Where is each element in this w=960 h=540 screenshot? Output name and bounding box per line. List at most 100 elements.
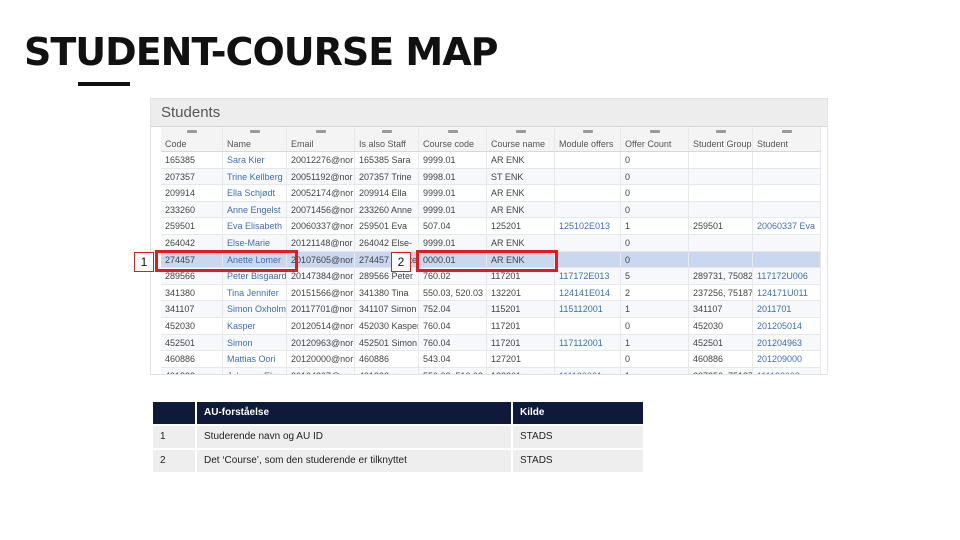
table-cell-link[interactable]: Johanne Ek [223, 367, 287, 374]
table-cell: 127201 [487, 351, 555, 367]
table-cell-link[interactable]: Anne Engelst [223, 201, 287, 218]
table-cell-link[interactable]: 2011701 [753, 301, 821, 317]
table-cell: 20012276@nor [287, 152, 355, 168]
column-handle-staff[interactable] [355, 127, 419, 137]
table-cell: 460886 [355, 351, 419, 367]
table-cell: 9999.01 [419, 201, 487, 218]
table-cell: 452501 [689, 334, 753, 351]
table-cell-link[interactable]: Else-Marie [223, 234, 287, 251]
table-cell [689, 234, 753, 251]
table-cell-link[interactable]: 201205014 [753, 317, 821, 334]
table-cell-link[interactable]: 125102E013 [555, 218, 621, 234]
table-cell-link[interactable] [753, 185, 821, 201]
table-cell: 752.04 [419, 301, 487, 317]
table-cell: 1 [621, 367, 689, 374]
table-row[interactable]: 341380 Tina Jennifer 20151566@nor 341380 Ti… [161, 284, 821, 302]
column-header[interactable]: Offer Count [621, 137, 689, 151]
table-cell: 259501 Eva [355, 218, 419, 234]
table-cell: 20117701@nor [287, 301, 355, 317]
table-cell: 1 [621, 301, 689, 317]
table-cell-link[interactable]: 111120001 [555, 367, 621, 374]
table-cell-link[interactable] [753, 234, 821, 251]
table-cell-link[interactable]: 124171U011 [753, 284, 821, 301]
table-cell: 20120000@nor [287, 351, 355, 367]
table-cell: 20121148@nor [287, 234, 355, 251]
table-cell: 207357 Trine [355, 168, 419, 185]
table-cell: 0 [621, 152, 689, 168]
column-header[interactable]: Code [161, 137, 223, 151]
table-cell-link[interactable] [753, 152, 821, 168]
table-cell: 452030 [689, 317, 753, 334]
column-handle-offer-count[interactable] [621, 127, 689, 137]
table-cell: AR ENK [487, 185, 555, 201]
table-cell [689, 251, 753, 268]
column-handle-course-code[interactable] [419, 127, 487, 137]
table-cell-link[interactable] [555, 185, 621, 201]
column-header[interactable]: Course name [487, 137, 555, 151]
table-cell-link[interactable] [555, 234, 621, 251]
highlight-course [416, 250, 558, 272]
column-header[interactable]: Student [753, 137, 821, 151]
table-cell: 209914 Ella [355, 185, 419, 201]
table-cell [689, 152, 753, 168]
table-cell-link[interactable]: 124141E014 [555, 284, 621, 301]
table-row[interactable]: 452501 Simon 20120963@nor 452501 Simon 760.0… [161, 334, 821, 352]
table-cell-link[interactable]: 111120003 [753, 367, 821, 374]
table-cell: 491322 [161, 367, 223, 374]
table-cell-link[interactable] [555, 351, 621, 367]
table-cell-link[interactable] [555, 201, 621, 218]
table-row[interactable]: 207357 Trine Kellberg 20051192@nor 207357 T… [161, 168, 821, 186]
column-header[interactable]: Student Group [689, 137, 753, 151]
table-row[interactable]: 491322Johanne Ek20134207@nor491322550.03… [161, 367, 821, 374]
table-row[interactable]: 165385 Sara Kier 20012276@nor 165385 Sara 99… [161, 152, 821, 169]
column-handle-code[interactable] [161, 127, 223, 137]
table-cell: 452501 [161, 334, 223, 351]
table-cell-link[interactable] [555, 152, 621, 168]
table-cell-link[interactable]: 20060337 Eva [753, 218, 821, 234]
table-cell-link[interactable]: 115112001 [555, 301, 621, 317]
table-cell: 5 [621, 268, 689, 284]
legend-table: AU-forståelse Kilde 1 Studerende navn og… [153, 402, 643, 474]
table-cell-link[interactable] [753, 201, 821, 218]
table-cell-link[interactable] [753, 168, 821, 185]
table-cell-link[interactable] [555, 168, 621, 185]
table-cell-link[interactable]: Simon Oxholm [223, 301, 287, 317]
column-header[interactable]: Module offers [555, 137, 621, 151]
column-header[interactable]: Course code [419, 137, 487, 151]
table-cell-link[interactable]: 117172U006 [753, 268, 821, 284]
table-cell-link[interactable]: Tina Jennifer [223, 284, 287, 301]
column-handle-course-name[interactable] [487, 127, 555, 137]
table-cell-link[interactable]: Sara Kier [223, 152, 287, 168]
table-cell-link[interactable]: Kasper [223, 317, 287, 334]
table-cell-link[interactable]: Trine Kellberg [223, 168, 287, 185]
column-header[interactable]: Is also Staff [355, 137, 419, 151]
table-row[interactable]: 209914 Ella Schjødt 20052174@nor 209914 Ell… [161, 185, 821, 202]
column-handle-student[interactable] [753, 127, 821, 137]
table-cell-link[interactable]: 201204963 [753, 334, 821, 351]
table-cell-link[interactable] [555, 251, 621, 268]
column-handle-module-offers[interactable] [555, 127, 621, 137]
column-handle-email[interactable] [287, 127, 355, 137]
table-row[interactable]: 460886 Mattias Oori 20120000@nor 460886 543.… [161, 351, 821, 368]
table-cell: 460886 [161, 351, 223, 367]
table-cell: 452030 Kasper [355, 317, 419, 334]
table-cell-link[interactable]: Mattias Oori [223, 351, 287, 367]
table-cell-link[interactable]: 201209000 [753, 351, 821, 367]
column-header[interactable]: Name [223, 137, 287, 151]
table-row[interactable]: 233260 Anne Engelst 20071456@nor 233260 Ann… [161, 201, 821, 219]
table-cell: 760.04 [419, 334, 487, 351]
column-handle-name[interactable] [223, 127, 287, 137]
table-row[interactable]: 452030 Kasper 20120514@nor 452030 Kasper 760… [161, 317, 821, 335]
table-cell-link[interactable]: 117112001 [555, 334, 621, 351]
table-cell-link[interactable]: Ella Schjødt [223, 185, 287, 201]
table-cell-link[interactable]: 117172E013 [555, 268, 621, 284]
table-row[interactable]: 341107 Simon Oxholm 20117701@nor 341107 Sim… [161, 301, 821, 318]
table-cell-link[interactable]: Simon [223, 334, 287, 351]
table-row[interactable]: 259501 Eva Elisabeth 20060337@nor 259501 Ev… [161, 218, 821, 235]
column-handle-student-group[interactable] [689, 127, 753, 137]
column-header[interactable]: Email [287, 137, 355, 151]
table-cell-link[interactable] [555, 317, 621, 334]
table-cell-link[interactable] [753, 251, 821, 268]
table-cell: 233260 [161, 201, 223, 218]
table-cell-link[interactable]: Eva Elisabeth [223, 218, 287, 234]
